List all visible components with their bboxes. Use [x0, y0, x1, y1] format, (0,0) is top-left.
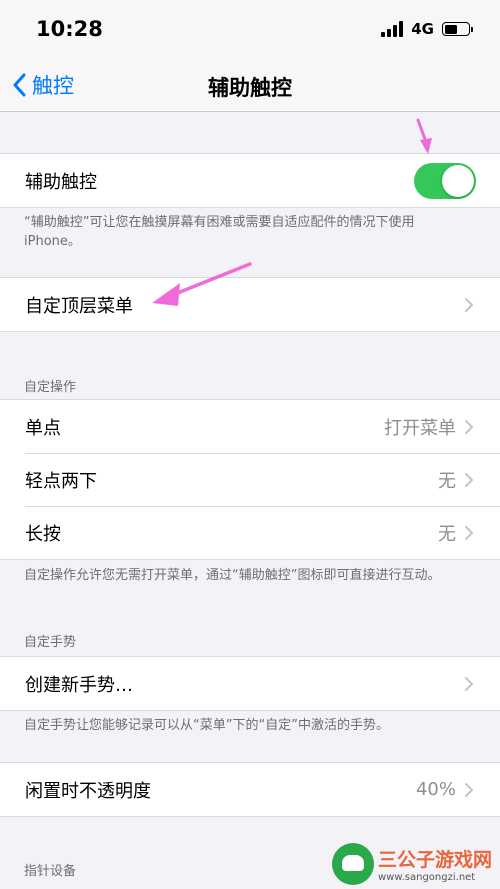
- custom-gestures-header: 自定手势: [24, 635, 77, 650]
- chevron-right-icon: [465, 676, 473, 691]
- custom-actions-group: 单点 打开菜单 轻点两下 无 长按 无: [0, 399, 500, 560]
- chevron-right-icon: [465, 472, 473, 487]
- watermark-url: www.sangongzi.net: [377, 872, 476, 883]
- create-gesture-label: 创建新手势…: [25, 674, 133, 696]
- idle-opacity-label: 闲置时不透明度: [25, 780, 151, 802]
- pointer-devices-header: 指针设备: [24, 864, 77, 879]
- assistive-touch-toggle[interactable]: [414, 163, 476, 199]
- chevron-right-icon: [465, 525, 473, 540]
- chevron-right-icon: [465, 782, 473, 797]
- watermark-logo-icon: [331, 843, 374, 885]
- custom-gestures-footer: 自定手势让您能够记录可以从“菜单”下的“自定”中激活的手势。: [24, 718, 389, 733]
- top-menu-group: 自定顶层菜单: [0, 277, 500, 332]
- single-tap-value: 打开菜单: [384, 417, 456, 439]
- chevron-right-icon: [465, 297, 473, 312]
- signal-icon: [381, 21, 404, 37]
- long-press-row[interactable]: 长按 无: [0, 506, 500, 559]
- create-gesture-row[interactable]: 创建新手势…: [0, 657, 500, 710]
- custom-actions-footer: 自定操作允许您无需打开菜单，通过“辅助触控”图标即可直接进行互动。: [24, 568, 441, 583]
- status-bar: 10:28 4G: [0, 0, 500, 58]
- assistive-touch-group: 辅助触控: [0, 153, 500, 208]
- custom-actions-header: 自定操作: [24, 380, 77, 395]
- single-tap-row[interactable]: 单点 打开菜单: [0, 400, 500, 453]
- toggle-knob: [442, 165, 474, 197]
- battery-icon: [442, 22, 473, 36]
- double-tap-value: 无: [438, 470, 456, 492]
- long-press-value: 无: [438, 523, 456, 545]
- assistive-touch-row: 辅助触控: [0, 154, 500, 207]
- single-tap-label: 单点: [25, 417, 61, 439]
- watermark-title: 三公子游戏网: [377, 849, 492, 871]
- double-tap-row[interactable]: 轻点两下 无: [0, 453, 500, 506]
- watermark: 三公子游戏网 www.sangongzi.net: [331, 843, 492, 885]
- assistive-touch-footer: “辅助触控”可让您在触摸屏幕有困难或需要自适应配件的情况下使用iPhone。: [24, 215, 415, 249]
- arrow-to-toggle-icon: [416, 118, 432, 154]
- page-title: 辅助触控: [208, 76, 292, 100]
- idle-opacity-value: 40%: [415, 779, 456, 800]
- top-menu-label: 自定顶层菜单: [25, 295, 133, 317]
- double-tap-label: 轻点两下: [25, 470, 97, 492]
- long-press-label: 长按: [25, 523, 61, 545]
- network-type: 4G: [411, 20, 434, 38]
- chevron-right-icon: [465, 419, 473, 434]
- status-indicators: 4G: [381, 20, 473, 38]
- status-time: 10:28: [36, 17, 103, 41]
- top-menu-row[interactable]: 自定顶层菜单: [0, 278, 500, 331]
- idle-opacity-group: 闲置时不透明度 40%: [0, 762, 500, 817]
- custom-gestures-group: 创建新手势…: [0, 656, 500, 711]
- navigation-bar: 触控 辅助触控: [0, 58, 500, 112]
- idle-opacity-row[interactable]: 闲置时不透明度 40%: [0, 763, 500, 816]
